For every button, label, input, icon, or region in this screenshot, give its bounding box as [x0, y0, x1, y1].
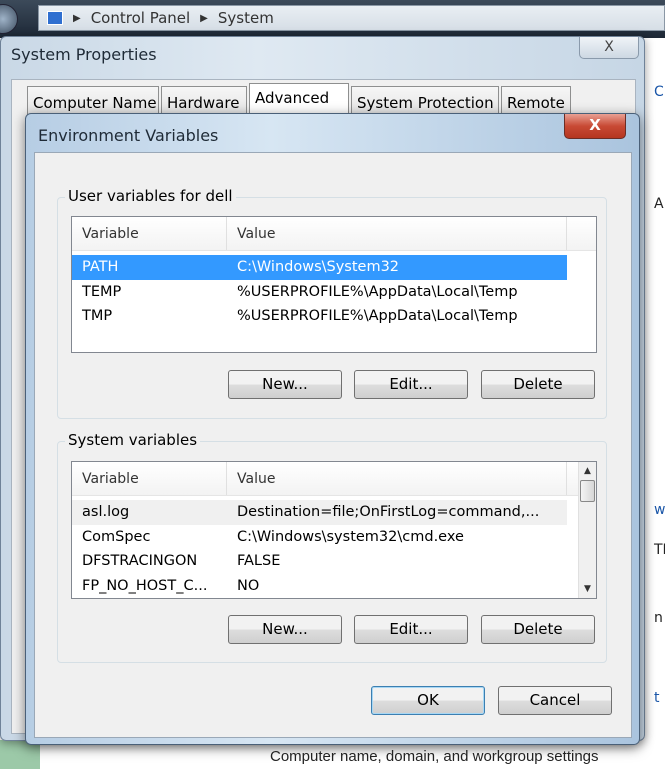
user-delete-button[interactable]: Delete [481, 370, 595, 399]
ok-button[interactable]: OK [371, 686, 485, 715]
close-button[interactable]: X [579, 37, 639, 59]
system-variables-label: System variables [65, 431, 201, 449]
user-variables-list[interactable]: Variable Value PATH C:\Windows\System32 T… [71, 216, 597, 353]
bg-text: C [654, 84, 664, 100]
tab-hardware[interactable]: Hardware [161, 86, 247, 116]
bg-text: w [654, 502, 665, 518]
dialog-title: Environment Variables [38, 126, 219, 145]
list-item[interactable]: DFSTRACINGON FALSE [72, 549, 596, 574]
variable-name: FP_NO_HOST_C... [82, 577, 208, 594]
variable-name: ComSpec [82, 528, 151, 545]
chevron-right-icon: ▶ [73, 12, 81, 24]
list-item[interactable]: PATH C:\Windows\System32 [72, 255, 567, 280]
cancel-button[interactable]: Cancel [498, 686, 612, 715]
list-item[interactable]: asl.log Destination=file;OnFirstLog=comma… [72, 500, 567, 525]
variable-name: TMP [82, 308, 113, 325]
variable-value: %USERPROFILE%\AppData\Local\Temp [237, 308, 518, 325]
column-header-value[interactable]: Value [227, 462, 567, 495]
system-edit-button[interactable]: Edit... [354, 615, 468, 644]
variable-value: Destination=file;OnFirstLog=command,... [237, 504, 540, 521]
variable-value: C:\Windows\System32 [237, 259, 400, 276]
scroll-down-icon[interactable]: ▼ [579, 580, 596, 598]
tab-advanced[interactable]: Advanced [249, 83, 349, 117]
list-item[interactable]: TEMP %USERPROFILE%\AppData\Local\Temp [72, 280, 596, 305]
list-item[interactable]: FP_NO_HOST_C... NO [72, 574, 596, 599]
system-new-button[interactable]: New... [228, 615, 342, 644]
system-delete-button[interactable]: Delete [481, 615, 595, 644]
tab-computer-name[interactable]: Computer Name [27, 86, 159, 116]
computer-icon [47, 11, 63, 25]
column-header-value[interactable]: Value [227, 217, 567, 250]
vertical-scrollbar[interactable]: ▲ ▼ [578, 462, 596, 598]
system-variables-list[interactable]: Variable Value asl.log Destination=file;O… [71, 461, 597, 599]
scroll-thumb[interactable] [580, 480, 595, 502]
address-bar[interactable]: ▶ Control Panel ▶ System [38, 5, 665, 31]
tab-remote[interactable]: Remote [501, 86, 571, 116]
bg-text: TI [654, 542, 665, 558]
column-header-variable[interactable]: Variable [72, 217, 227, 250]
chevron-right-icon: ▶ [200, 12, 208, 24]
address-bar-frame: ▶ Control Panel ▶ System [0, 0, 665, 38]
variable-value: FALSE [237, 553, 281, 570]
variable-name: PATH [82, 259, 119, 276]
variable-name: TEMP [82, 283, 122, 300]
column-header-variable[interactable]: Variable [72, 462, 227, 495]
bg-text: t [654, 690, 660, 706]
scroll-up-icon[interactable]: ▲ [579, 462, 596, 480]
back-button[interactable] [0, 4, 18, 34]
user-new-button[interactable]: New... [228, 370, 342, 399]
breadcrumb-system[interactable]: System [218, 9, 274, 27]
bg-text: n [654, 610, 663, 626]
list-header: Variable Value [72, 217, 596, 251]
variable-name: asl.log [82, 504, 130, 521]
bg-computer-name-link: Computer name, domain, and workgroup set… [270, 748, 599, 765]
close-button[interactable]: X [564, 114, 626, 139]
environment-variables-dialog: Environment Variables X User variables f… [25, 113, 640, 745]
variable-value: %USERPROFILE%\AppData\Local\Temp [237, 283, 518, 300]
dialog-body: User variables for dell Variable Value P… [34, 152, 632, 738]
variable-value: C:\Windows\system32\cmd.exe [237, 528, 464, 545]
list-item[interactable]: ComSpec C:\Windows\system32\cmd.exe [72, 525, 596, 550]
list-item[interactable]: TMP %USERPROFILE%\AppData\Local\Temp [72, 304, 596, 329]
list-header: Variable Value [72, 462, 579, 496]
tab-system-protection[interactable]: System Protection [351, 86, 499, 116]
window-title: System Properties [11, 45, 157, 64]
breadcrumb-control-panel[interactable]: Control Panel [91, 9, 190, 27]
user-variables-label: User variables for dell [65, 187, 236, 205]
variable-value: NO [237, 577, 260, 594]
user-edit-button[interactable]: Edit... [354, 370, 468, 399]
bg-text: A [654, 196, 664, 212]
variable-name: DFSTRACINGON [82, 553, 198, 570]
